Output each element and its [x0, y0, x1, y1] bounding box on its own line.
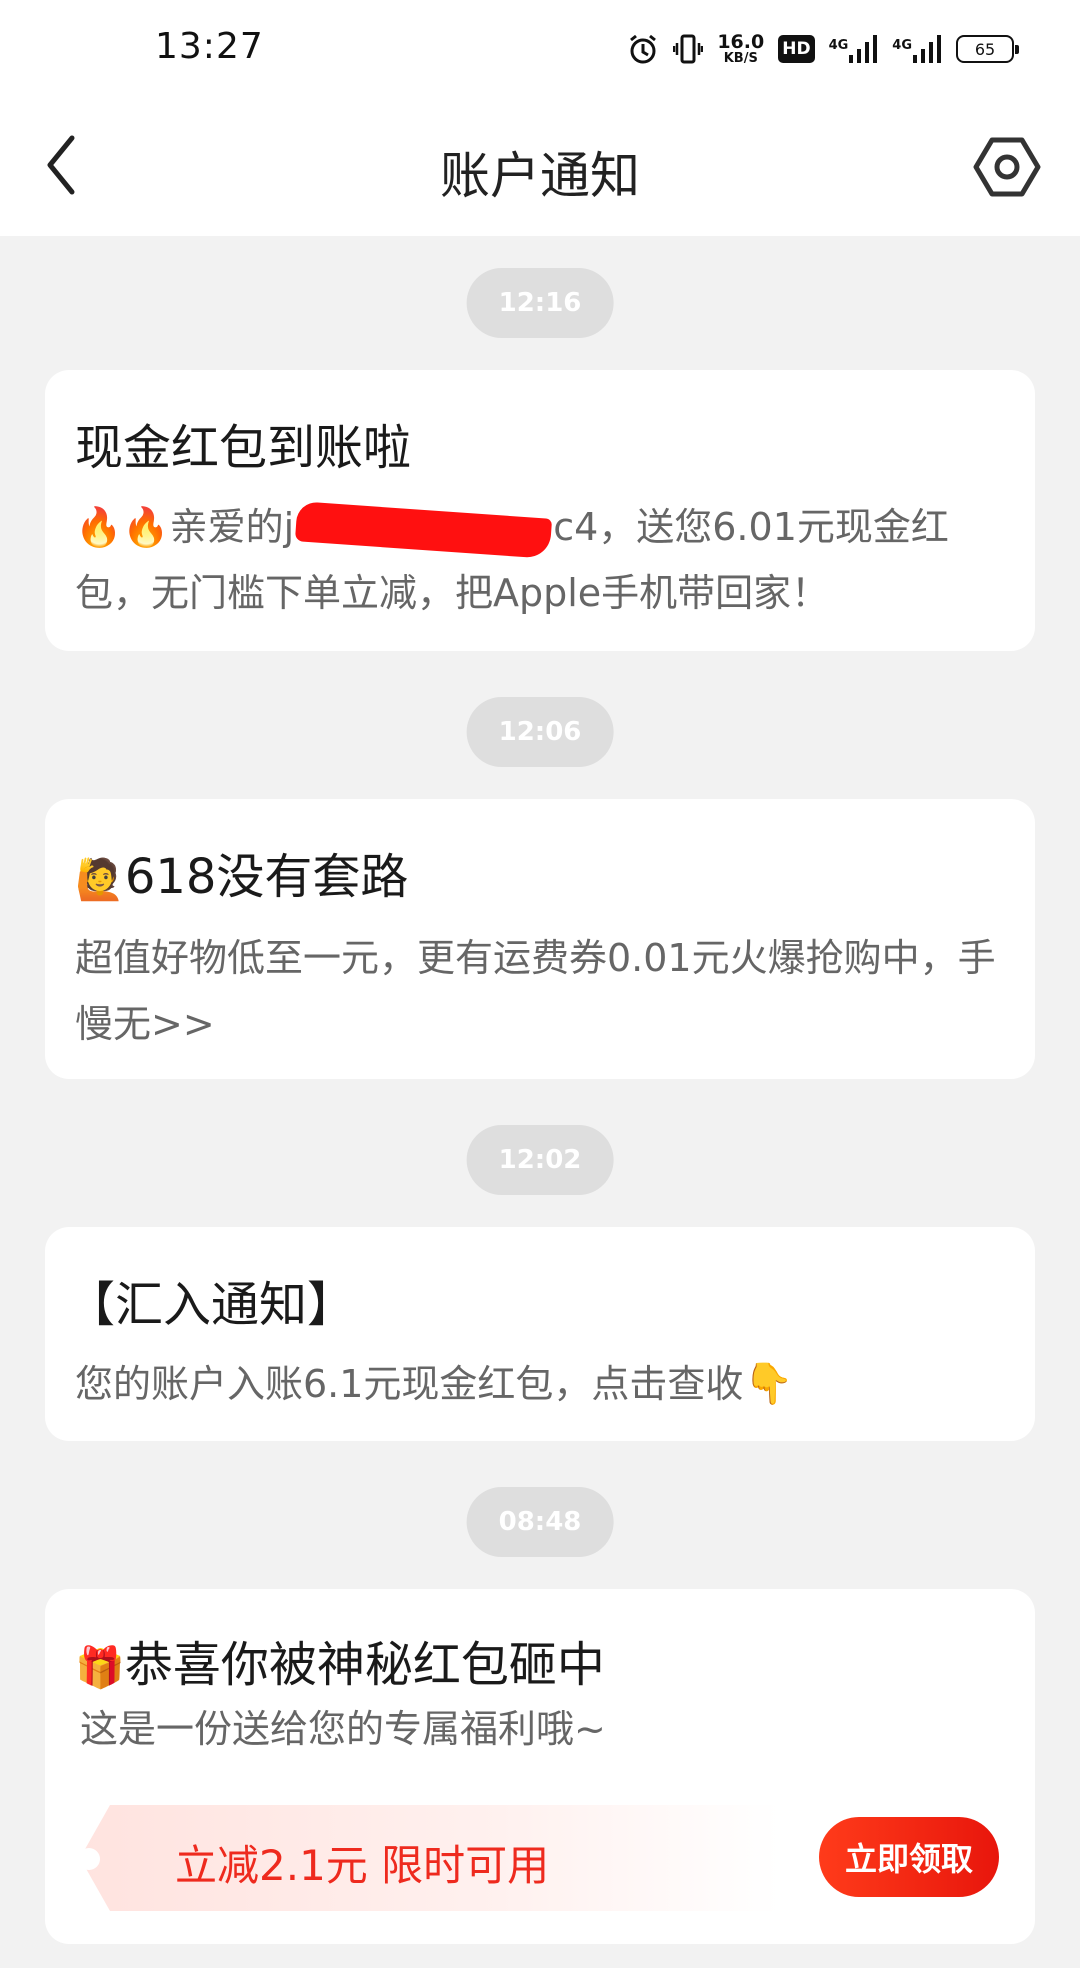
- message-title-text: 恭喜你被神秘红包砸中: [124, 1637, 605, 1693]
- status-bar: 13:27 16.0 KB/S HD 4G 4G 65: [0, 0, 1080, 100]
- message-body: 超值好物低至一元，更有运费券0.01元火爆抢购中，手慢无>>: [75, 936, 996, 1046]
- message-time: 12:06: [466, 697, 614, 767]
- message-card[interactable]: 【汇入通知】 您的账户入账6.1元现金红包，点击查收👇: [45, 1227, 1035, 1441]
- redaction-mark: [295, 500, 553, 559]
- message-title: 【汇入通知】: [67, 1277, 356, 1333]
- alarm-icon: [627, 33, 659, 65]
- message-time: 12:16: [466, 268, 614, 338]
- status-icons: 16.0 KB/S HD 4G 4G 65: [627, 26, 1019, 72]
- battery-level: 65: [974, 39, 996, 59]
- pointing-down-icon: 👇: [743, 1361, 794, 1407]
- net-speed: 16.0 KB/S: [717, 31, 765, 66]
- message-title: 现金红包到账啦: [75, 420, 412, 476]
- message-card[interactable]: 🙋618没有套路 超值好物低至一元，更有运费券0.01元火爆抢购中，手慢无>>: [45, 799, 1035, 1079]
- message-body: 这是一份送给您的专属福利哦~: [80, 1707, 606, 1751]
- message-card[interactable]: 现金红包到账啦 🔥🔥亲爱的j c4，送您6.01元现金红包，无门槛下单立减，把Ap…: [45, 370, 1035, 651]
- message-time: 08:48: [466, 1487, 614, 1557]
- message-body-prefix: 🔥🔥亲爱的j: [75, 505, 295, 549]
- message-body-text: 您的账户入账6.1元现金红包，点击查收: [75, 1362, 744, 1406]
- signal-label: 4G: [828, 38, 849, 53]
- battery-icon: 65: [956, 35, 1019, 63]
- signal-label: 4G: [892, 38, 912, 53]
- coupon-text: 立减2.1元 限时可用: [175, 1841, 550, 1890]
- signal-icon: 4G: [892, 33, 942, 65]
- message-title: 🎁恭喜你被神秘红包砸中: [75, 1625, 605, 1695]
- message-title: 🙋618没有套路: [75, 837, 408, 907]
- signal-icon: 4G: [829, 33, 879, 65]
- message-body: 🔥🔥亲爱的j c4，送您6.01元现金红包，无门槛下单立减，把Apple手机带回家…: [75, 494, 1005, 626]
- person-raising-hand-icon: 🙋: [75, 857, 125, 903]
- claim-button[interactable]: 立即领取: [819, 1817, 999, 1897]
- title-bar: 账户通知: [0, 100, 1080, 236]
- net-speed-value: 16.0: [717, 31, 765, 53]
- message-title-text: 618没有套路: [124, 849, 409, 905]
- settings-button[interactable]: [972, 132, 1042, 202]
- coupon-dot: [78, 1848, 100, 1870]
- hd-badge: HD: [778, 35, 815, 63]
- gift-icon: 🎁: [75, 1645, 125, 1691]
- net-speed-unit: KB/S: [723, 51, 758, 66]
- vibrate-icon: [673, 33, 704, 65]
- page-title: 账户通知: [440, 147, 640, 205]
- message-body: 您的账户入账6.1元现金红包，点击查收👇: [75, 1351, 1005, 1417]
- message-time: 12:02: [466, 1125, 614, 1195]
- status-time: 13:27: [155, 26, 264, 67]
- settings-icon: [973, 137, 1041, 197]
